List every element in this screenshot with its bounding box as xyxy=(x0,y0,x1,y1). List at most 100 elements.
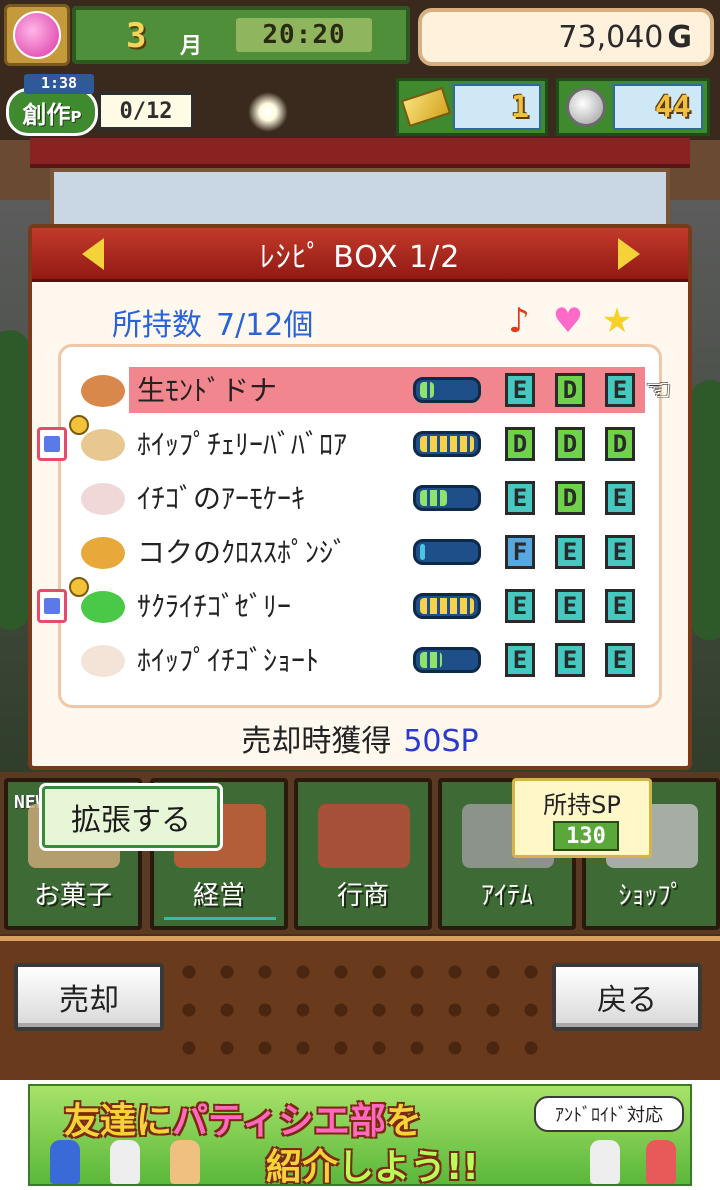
food-truck-icon xyxy=(318,804,410,868)
create-points[interactable]: 創作 P 1:38 0/12 xyxy=(6,74,194,136)
sell-gain-value: 50SP xyxy=(403,724,479,759)
left-shrub xyxy=(0,330,30,630)
recipe-name: ﾎｲｯﾌﾟｲﾁｺﾞｼｮｰﾄ xyxy=(137,644,320,677)
chef-character-icon xyxy=(170,1140,200,1184)
grade-badge: E xyxy=(555,643,585,677)
sell-button[interactable]: 売却 xyxy=(14,963,164,1031)
recipe-level-gauge xyxy=(413,377,481,403)
coin-count: 44 xyxy=(613,84,703,130)
silver-coin-icon xyxy=(566,87,606,127)
recipe-row[interactable]: ﾎｲｯﾌﾟﾁｪﾘｰﾊﾞﾊﾞﾛｱ D D D xyxy=(37,415,701,467)
recipe-food-icon xyxy=(81,537,125,569)
panel-header: ﾚｼﾋﾟ BOX 1/2 xyxy=(32,228,688,282)
ad-content[interactable]: 友達にパティシエ部を 紹介しよう!! ｱﾝﾄﾞﾛｲﾄﾞ対応 xyxy=(28,1084,692,1186)
grade-badge: E xyxy=(555,589,585,623)
grade-badge: D xyxy=(505,427,535,461)
recipe-row[interactable]: コクのｸﾛｽｽﾎﾟﾝｼﾞ F E E xyxy=(61,529,701,575)
ad-text-1b: パティシエ部 xyxy=(172,1101,386,1142)
ad-android-tag: ｱﾝﾄﾞﾛｲﾄﾞ対応 xyxy=(534,1096,684,1132)
player-avatar[interactable] xyxy=(4,4,70,66)
menu-label: ｱｲﾃﾑ xyxy=(480,881,533,911)
date-time-panel: 3 月 20:20 xyxy=(72,6,410,64)
contest-pot-icon xyxy=(37,427,67,461)
recipe-name: ｲﾁｺﾞのｱｰﾓｹｰｷ xyxy=(137,482,306,515)
prev-page-arrow-icon[interactable] xyxy=(82,238,104,270)
grade-badge: E xyxy=(605,481,635,515)
lamp-icon xyxy=(248,92,288,132)
sell-gain-label: 売却時獲得 xyxy=(241,724,392,759)
grade-badge: E xyxy=(505,481,535,515)
recipe-row[interactable]: ｲﾁｺﾞのｱｰﾓｹｰｷ E D E xyxy=(61,475,701,521)
expand-button[interactable]: 拡張する xyxy=(42,786,220,848)
recipe-row[interactable]: 生ﾓﾝﾄﾞドナ E D E ☜ xyxy=(61,367,701,413)
action-bar: 売却 戻る xyxy=(0,936,720,1080)
recipe-row[interactable]: ｻｸﾗｲﾁｺﾞｾﾞﾘｰ E E E xyxy=(37,577,701,629)
create-count: 0/12 xyxy=(98,92,194,130)
ad-banner[interactable]: 友達にパティシエ部を 紹介しよう!! ｱﾝﾄﾞﾛｲﾄﾞ対応 xyxy=(0,1080,720,1190)
grade-badge: D xyxy=(605,427,635,461)
medal-icon xyxy=(69,577,89,597)
month-number: 3 xyxy=(126,16,147,56)
menu-label: 行商 xyxy=(336,881,389,911)
next-page-arrow-icon[interactable] xyxy=(618,238,640,270)
owned-count: 所持数 7/12個 xyxy=(112,300,313,344)
ticket-counter[interactable]: 1 xyxy=(396,78,548,136)
recipe-food-icon xyxy=(81,429,125,461)
create-badge: 創作 P xyxy=(6,88,98,136)
grade-badge: D xyxy=(555,427,585,461)
recipe-name: コクのｸﾛｽｽﾎﾟﾝｼﾞ xyxy=(137,536,348,569)
menu-label: 経営 xyxy=(192,881,245,911)
sell-gain: 売却時獲得 50SP xyxy=(32,716,688,760)
create-label-sub: P xyxy=(70,108,82,126)
medal-icon xyxy=(69,415,89,435)
create-timer: 1:38 xyxy=(24,74,94,94)
pointer-hand-icon: ☜ xyxy=(645,373,672,408)
chef-character-icon xyxy=(50,1140,80,1184)
recipe-food-icon xyxy=(81,375,125,407)
recipe-name: 生ﾓﾝﾄﾞドナ xyxy=(137,374,278,407)
recipe-level-gauge xyxy=(413,647,481,673)
recipe-level-gauge xyxy=(413,485,481,511)
chef-character-icon xyxy=(110,1140,140,1184)
chef-character-icon xyxy=(590,1140,620,1184)
back-button[interactable]: 戻る xyxy=(552,963,702,1031)
heart-icon: ♥ xyxy=(552,301,584,341)
grade-badge: E xyxy=(605,373,635,407)
cherry-blossom-icon xyxy=(13,11,61,59)
gauge-fill xyxy=(420,544,426,560)
owned-sp-popup: 所持SP 130 xyxy=(512,778,652,858)
grade-badge: E xyxy=(605,643,635,677)
grade-badge: D xyxy=(555,373,585,407)
recipe-row[interactable]: ﾎｲｯﾌﾟｲﾁｺﾞｼｮｰﾄ E E E xyxy=(61,637,701,683)
music-note-icon: ♪ xyxy=(508,301,530,341)
menu-button[interactable]: 行商 xyxy=(294,778,432,930)
month-unit: 月 xyxy=(180,34,203,59)
recipe-name: ﾎｲｯﾌﾟﾁｪﾘｰﾊﾞﾊﾞﾛｱ xyxy=(137,428,348,461)
recipe-level-gauge xyxy=(413,539,481,565)
owned-label: 所持数 xyxy=(112,308,202,343)
ad-text-1c: を xyxy=(385,1101,422,1142)
shop-window xyxy=(50,168,670,228)
ad-text-2b: しよう!! xyxy=(338,1147,479,1186)
gauge-fill xyxy=(420,598,474,614)
ad-text-1a: 友達に xyxy=(64,1101,173,1142)
grade-badge: E xyxy=(505,373,535,407)
attribute-header: ♪ ♥ ★ xyxy=(498,298,638,344)
coin-counter[interactable]: 44 xyxy=(556,78,710,136)
recipe-level-gauge xyxy=(413,431,481,457)
grade-badge: E xyxy=(605,589,635,623)
active-underline xyxy=(164,917,276,920)
grade-badge: F xyxy=(505,535,535,569)
recipe-box-panel: ﾚｼﾋﾟ BOX 1/2 所持数 7/12個 ♪ ♥ ★ 生ﾓﾝﾄﾞドナ E D E ☜ ﾎ… xyxy=(28,224,692,770)
recipe-food-icon xyxy=(81,591,125,623)
grade-badge: D xyxy=(555,481,585,515)
grade-badge: E xyxy=(505,589,535,623)
ad-line-2: 紹介しよう!! xyxy=(266,1138,479,1186)
ad-line-1: 友達にパティシエ部を xyxy=(64,1092,422,1144)
grade-badge: E xyxy=(605,535,635,569)
grade-badge: E xyxy=(505,643,535,677)
recipe-food-icon xyxy=(81,645,125,677)
money-display: 73,040 G xyxy=(418,8,714,66)
recipe-name: ｻｸﾗｲﾁｺﾞｾﾞﾘｰ xyxy=(137,590,292,623)
grade-badge: E xyxy=(555,535,585,569)
